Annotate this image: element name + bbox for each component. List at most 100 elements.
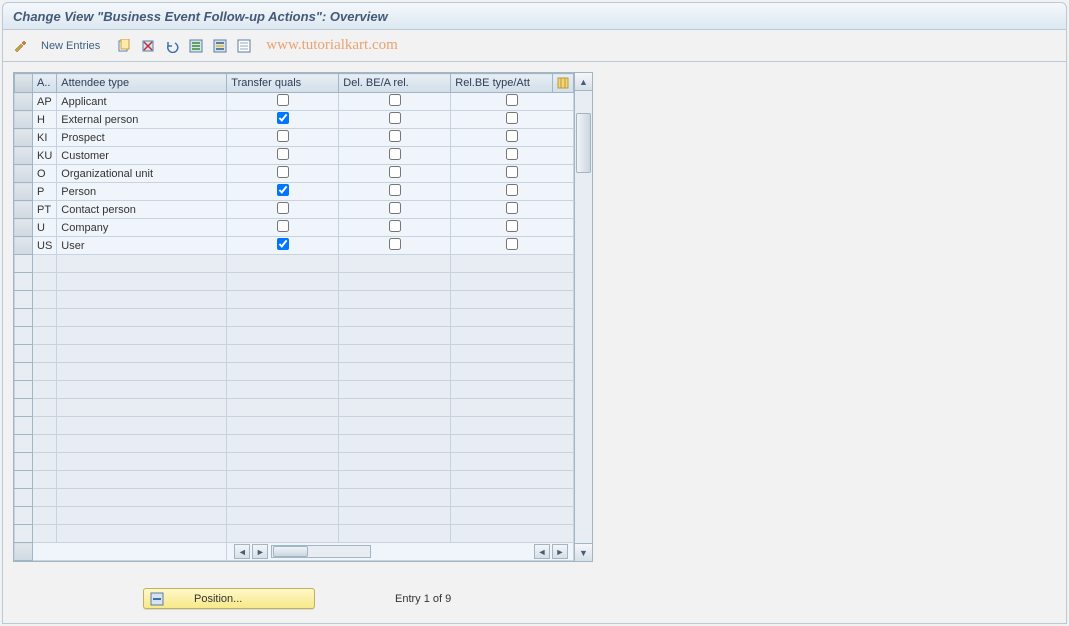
vscroll-thumb[interactable] (576, 113, 591, 173)
hscroll-right-fast-icon[interactable]: ► (552, 544, 568, 559)
col-delbe[interactable]: Del. BE/A rel. (339, 74, 451, 93)
hscroll-left-icon[interactable]: ► (252, 544, 268, 559)
cell-delbe[interactable] (339, 183, 451, 201)
relbe-checkbox[interactable] (506, 112, 518, 124)
table-row[interactable]: KIProspect (15, 129, 574, 147)
hscroll-track[interactable] (271, 545, 371, 558)
row-selector[interactable] (15, 453, 33, 471)
undo-change-icon[interactable] (162, 36, 182, 56)
cell-code[interactable]: US (33, 237, 57, 255)
transfer-checkbox[interactable] (277, 94, 289, 106)
cell-code[interactable]: AP (33, 93, 57, 111)
cell-transfer[interactable] (227, 201, 339, 219)
cell-name[interactable]: Organizational unit (57, 165, 227, 183)
col-code[interactable]: A.. (33, 74, 57, 93)
vscroll-up-icon[interactable]: ▲ (575, 73, 592, 91)
row-selector[interactable] (15, 435, 33, 453)
row-selector[interactable] (15, 147, 33, 165)
transfer-checkbox[interactable] (277, 238, 289, 250)
table-row[interactable]: PPerson (15, 183, 574, 201)
cell-transfer[interactable] (227, 93, 339, 111)
cell-delbe[interactable] (339, 219, 451, 237)
table-settings-button[interactable] (552, 74, 573, 93)
col-transfer[interactable]: Transfer quals (227, 74, 339, 93)
cell-relbe[interactable] (451, 111, 574, 129)
deselect-all-icon[interactable] (234, 36, 254, 56)
row-selector[interactable] (15, 381, 33, 399)
vscroll-track[interactable] (575, 91, 592, 543)
row-selector[interactable] (15, 525, 33, 543)
row-selector[interactable] (15, 399, 33, 417)
delbe-checkbox[interactable] (389, 112, 401, 124)
cell-relbe[interactable] (451, 183, 574, 201)
row-selector[interactable] (15, 471, 33, 489)
row-selector[interactable] (15, 345, 33, 363)
row-selector[interactable] (15, 327, 33, 345)
cell-relbe[interactable] (451, 147, 574, 165)
delbe-checkbox[interactable] (389, 166, 401, 178)
row-selector[interactable] (15, 237, 33, 255)
new-entries-button[interactable]: New Entries (35, 35, 106, 57)
cell-relbe[interactable] (451, 93, 574, 111)
cell-relbe[interactable] (451, 219, 574, 237)
cell-transfer[interactable] (227, 237, 339, 255)
cell-code[interactable]: KU (33, 147, 57, 165)
transfer-checkbox[interactable] (277, 220, 289, 232)
transfer-checkbox[interactable] (277, 112, 289, 124)
relbe-checkbox[interactable] (506, 130, 518, 142)
cell-name[interactable]: User (57, 237, 227, 255)
cell-name[interactable]: Applicant (57, 93, 227, 111)
row-selector[interactable] (15, 255, 33, 273)
transfer-checkbox[interactable] (277, 148, 289, 160)
table-corner[interactable] (15, 74, 33, 93)
relbe-checkbox[interactable] (506, 94, 518, 106)
cell-code[interactable]: H (33, 111, 57, 129)
transfer-checkbox[interactable] (277, 166, 289, 178)
cell-transfer[interactable] (227, 147, 339, 165)
row-selector[interactable] (15, 363, 33, 381)
table-row[interactable]: KUCustomer (15, 147, 574, 165)
table-row[interactable]: HExternal person (15, 111, 574, 129)
position-button[interactable]: Position... (143, 588, 315, 609)
hscroll-left-fast-icon[interactable]: ◄ (234, 544, 250, 559)
row-selector[interactable] (15, 489, 33, 507)
cell-delbe[interactable] (339, 201, 451, 219)
delbe-checkbox[interactable] (389, 148, 401, 160)
cell-transfer[interactable] (227, 183, 339, 201)
hscroll-thumb[interactable] (273, 546, 308, 557)
row-selector[interactable] (15, 201, 33, 219)
delete-icon[interactable] (138, 36, 158, 56)
copy-as-icon[interactable] (114, 36, 134, 56)
relbe-checkbox[interactable] (506, 202, 518, 214)
cell-relbe[interactable] (451, 165, 574, 183)
row-selector[interactable] (15, 507, 33, 525)
hscroll-right-icon[interactable]: ◄ (534, 544, 550, 559)
cell-delbe[interactable] (339, 93, 451, 111)
delbe-checkbox[interactable] (389, 94, 401, 106)
transfer-checkbox[interactable] (277, 184, 289, 196)
cell-code[interactable]: O (33, 165, 57, 183)
vertical-scrollbar[interactable]: ▲ ▼ (574, 73, 592, 561)
cell-relbe[interactable] (451, 201, 574, 219)
table-row[interactable]: UCompany (15, 219, 574, 237)
cell-transfer[interactable] (227, 111, 339, 129)
table-row[interactable]: PTContact person (15, 201, 574, 219)
row-selector[interactable] (15, 183, 33, 201)
cell-transfer[interactable] (227, 129, 339, 147)
cell-name[interactable]: Prospect (57, 129, 227, 147)
col-relbe[interactable]: Rel.BE type/Att (451, 74, 553, 93)
select-all-icon[interactable] (186, 36, 206, 56)
toggle-display-change-icon[interactable] (11, 36, 31, 56)
cell-name[interactable]: External person (57, 111, 227, 129)
cell-relbe[interactable] (451, 129, 574, 147)
cell-name[interactable]: Contact person (57, 201, 227, 219)
cell-transfer[interactable] (227, 165, 339, 183)
cell-delbe[interactable] (339, 111, 451, 129)
transfer-checkbox[interactable] (277, 202, 289, 214)
delbe-checkbox[interactable] (389, 220, 401, 232)
row-selector[interactable] (15, 129, 33, 147)
vscroll-down-icon[interactable]: ▼ (575, 543, 592, 561)
cell-delbe[interactable] (339, 237, 451, 255)
relbe-checkbox[interactable] (506, 166, 518, 178)
table-row[interactable]: USUser (15, 237, 574, 255)
